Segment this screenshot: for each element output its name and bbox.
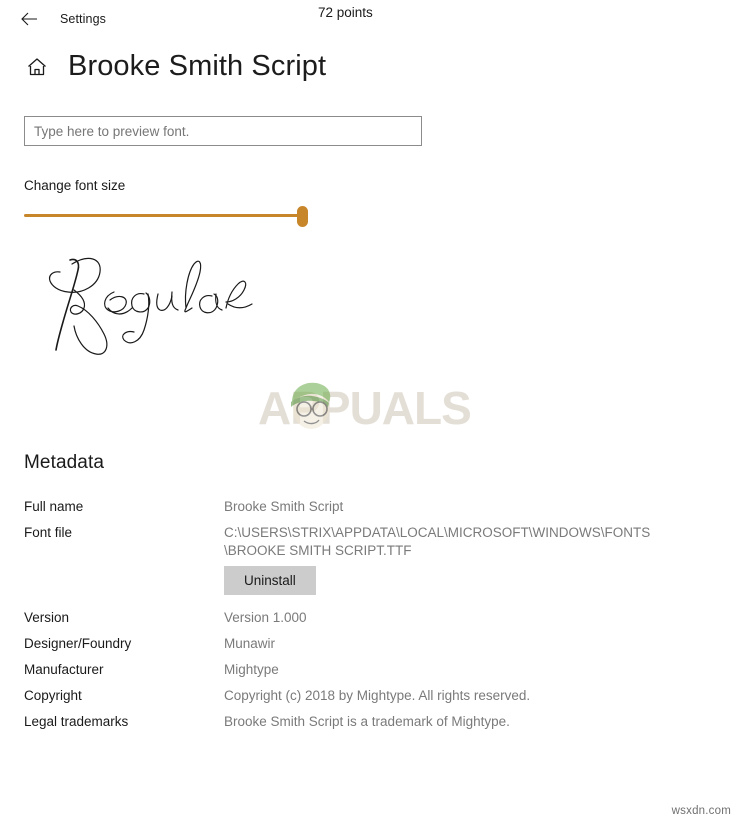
font-size-value: 72 points: [318, 5, 373, 20]
change-font-size-label: Change font size: [24, 178, 126, 193]
metadata-value: Brooke Smith Script is a trademark of Mi…: [224, 714, 510, 729]
uninstall-button[interactable]: Uninstall: [224, 566, 316, 595]
table-row: Manufacturer Mightype: [24, 661, 724, 679]
metadata-label: Version: [24, 610, 70, 625]
font-preview-input[interactable]: [24, 116, 422, 146]
metadata-value: C:\USERS\STRIX\APPDATA\LOCAL\MICROSOFT\W…: [224, 525, 651, 558]
metadata-table: Full name Brooke Smith Script Font file …: [24, 498, 724, 739]
page-title: Brooke Smith Script: [68, 50, 327, 82]
metadata-value: Munawir: [224, 636, 276, 651]
appuals-watermark: APPUALS: [258, 376, 480, 436]
titlebar-label: Settings: [60, 12, 106, 26]
table-row: Designer/Foundry Munawir: [24, 635, 724, 653]
metadata-heading: Metadata: [24, 452, 105, 473]
page-header: Brooke Smith Script: [24, 52, 743, 81]
metadata-label: Copyright: [24, 688, 82, 703]
metadata-label: Font file: [24, 525, 73, 540]
table-row: Font file C:\USERS\STRIX\APPDATA\LOCAL\M…: [24, 524, 724, 560]
metadata-label: Legal trademarks: [24, 714, 129, 729]
metadata-label: Full name: [24, 499, 84, 514]
metadata-value: Brooke Smith Script: [224, 499, 344, 514]
metadata-value: Copyright (c) 2018 by Mightype. All righ…: [224, 688, 531, 703]
table-row: Full name Brooke Smith Script: [24, 498, 724, 516]
metadata-label: Manufacturer: [24, 662, 104, 677]
font-sample-preview: [26, 238, 446, 368]
back-arrow-icon: [20, 12, 38, 26]
metadata-value: Mightype: [224, 662, 279, 677]
mascot-face-icon: [291, 382, 331, 429]
font-size-slider[interactable]: [24, 203, 424, 231]
metadata-value: Version 1.000: [224, 610, 307, 625]
table-row: Legal trademarks Brooke Smith Script is …: [24, 713, 724, 731]
home-icon[interactable]: [24, 54, 50, 80]
layout-spacer: [24, 566, 224, 595]
table-row: Version Version 1.000: [24, 609, 724, 627]
svg-text:APPUALS: APPUALS: [258, 382, 471, 434]
table-row: Copyright Copyright (c) 2018 by Mightype…: [24, 687, 724, 705]
slider-track-fill: [24, 214, 305, 217]
slider-thumb[interactable]: [297, 206, 308, 227]
metadata-label: Designer/Foundry: [24, 636, 132, 651]
uninstall-row: Uninstall: [24, 566, 724, 595]
back-button[interactable]: [14, 6, 44, 32]
source-watermark: wsxdn.com: [671, 805, 731, 817]
